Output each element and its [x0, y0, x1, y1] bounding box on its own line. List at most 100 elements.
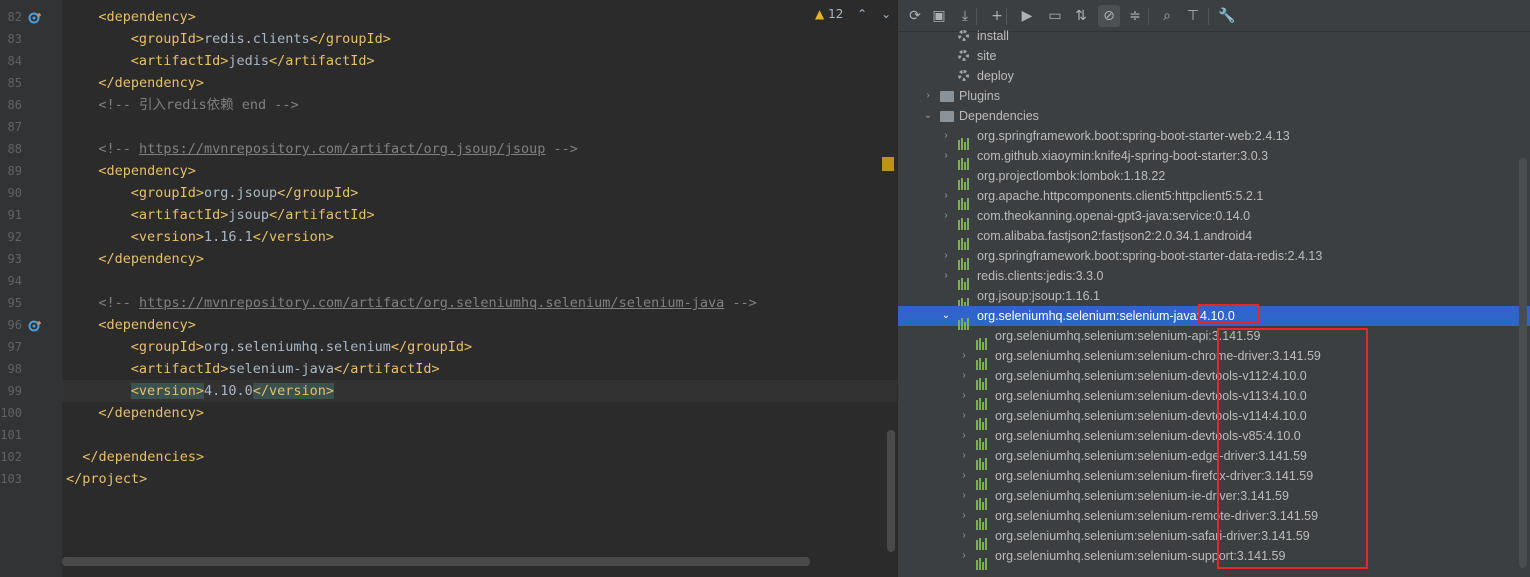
code-text[interactable]: <dependency>: [98, 314, 196, 336]
code-line[interactable]: 92 <version>1.16.1</version>: [0, 226, 897, 248]
tree-node[interactable]: › org.seleniumhq.selenium:selenium-remote…: [898, 506, 1530, 530]
code-line[interactable]: 91 <artifactId>jsoup</artifactId>: [0, 204, 897, 226]
dependency-analyzer-icon[interactable]: ⌕: [1156, 5, 1178, 27]
tree-node[interactable]: › org.seleniumhq.selenium:selenium-devtoo…: [898, 366, 1530, 390]
code-text[interactable]: <groupId>org.jsoup</groupId>: [131, 182, 359, 204]
collapsed-arrow-icon[interactable]: ›: [958, 346, 970, 366]
code-text[interactable]: <version>4.10.0</version>: [130, 380, 335, 402]
tree-node[interactable]: › org.seleniumhq.selenium:selenium-edge-d…: [898, 446, 1530, 470]
tree-node[interactable]: org.projectlombok:lombok:1.18.22: [898, 166, 1530, 190]
code-line[interactable]: 103 </project>: [0, 468, 897, 490]
tree-node[interactable]: install: [898, 26, 1530, 46]
code-text[interactable]: </dependency>: [98, 72, 204, 94]
code-line[interactable]: 90 <groupId>org.jsoup</groupId>: [0, 182, 897, 204]
collapsed-arrow-icon[interactable]: ›: [922, 86, 934, 106]
error-stripe-marker[interactable]: [882, 157, 894, 171]
comment-link[interactable]: https://mvnrepository.com/artifact/org.j…: [139, 141, 545, 157]
collapsed-arrow-icon[interactable]: ›: [958, 546, 970, 566]
collapse-all-icon[interactable]: ≑: [1124, 5, 1146, 27]
override-icon[interactable]: [28, 10, 42, 24]
code-line[interactable]: 83 <groupId>redis.clients</groupId>: [0, 28, 897, 50]
tree-node[interactable]: › org.seleniumhq.selenium:selenium-suppor…: [898, 546, 1530, 570]
code-line[interactable]: 89 <dependency>: [0, 160, 897, 182]
editor-vertical-scrollbar[interactable]: [887, 430, 895, 552]
tree-node[interactable]: › redis.clients:jedis:3.3.0: [898, 266, 1530, 290]
code-text[interactable]: <!-- 引入redis依赖 end -->: [98, 94, 298, 116]
code-text[interactable]: <dependency>: [98, 160, 196, 182]
tree-node[interactable]: › org.seleniumhq.selenium:selenium-firefo…: [898, 466, 1530, 490]
editor-horizontal-scrollbar[interactable]: [62, 557, 810, 566]
tree-node[interactable]: org.seleniumhq.selenium:selenium-api:3.1…: [898, 326, 1530, 350]
chevron-up-icon[interactable]: ⌃: [857, 7, 867, 21]
code-line[interactable]: 84 <artifactId>jedis</artifactId>: [0, 50, 897, 72]
collapsed-arrow-icon[interactable]: ›: [940, 186, 952, 206]
tree-node[interactable]: › org.seleniumhq.selenium:selenium-devtoo…: [898, 426, 1530, 450]
inspection-widget[interactable]: ▲ 12 ⌃ ⌄: [815, 7, 891, 21]
collapsed-arrow-icon[interactable]: ›: [940, 126, 952, 146]
tree-node[interactable]: › com.theokanning.openai-gpt3-java:servic…: [898, 206, 1530, 230]
collapsed-arrow-icon[interactable]: ›: [940, 146, 952, 166]
code-text[interactable]: <dependency>: [98, 6, 196, 28]
code-line[interactable]: 98 <artifactId>selenium-java</artifactId>: [0, 358, 897, 380]
run-icon[interactable]: ▶: [1016, 5, 1038, 27]
execute-goal-icon[interactable]: ▭: [1044, 5, 1066, 27]
generate-sources-icon[interactable]: ▣: [928, 5, 950, 27]
code-text[interactable]: <version>1.16.1</version>: [131, 226, 334, 248]
tree-node[interactable]: › org.apache.httpcomponents.client5:httpc…: [898, 186, 1530, 210]
tree-node[interactable]: › org.seleniumhq.selenium:selenium-devtoo…: [898, 386, 1530, 410]
show-diagram-icon[interactable]: ⊤: [1182, 5, 1204, 27]
tree-node[interactable]: ⌄ Dependencies: [898, 106, 1530, 126]
code-text[interactable]: </dependencies>: [82, 446, 204, 468]
override-icon[interactable]: [28, 318, 42, 332]
maven-tree-scrollbar[interactable]: [1519, 158, 1527, 568]
code-line[interactable]: 94: [0, 270, 897, 292]
tree-node[interactable]: com.alibaba.fastjson2:fastjson2:2.0.34.1…: [898, 226, 1530, 250]
code-line[interactable]: 88 <!-- https://mvnrepository.com/artifac…: [0, 138, 897, 160]
code-line[interactable]: 102 </dependencies>: [0, 446, 897, 468]
code-text[interactable]: </project>: [66, 468, 147, 490]
download-icon[interactable]: ⤓: [954, 5, 976, 27]
collapsed-arrow-icon[interactable]: ›: [958, 366, 970, 386]
code-line[interactable]: 100 </dependency>: [0, 402, 897, 424]
toggle-offline-icon[interactable]: ⇅: [1070, 5, 1092, 27]
collapsed-arrow-icon[interactable]: ›: [958, 446, 970, 466]
skip-tests-icon[interactable]: ⊘: [1098, 5, 1120, 27]
code-text[interactable]: <artifactId>jedis</artifactId>: [131, 50, 375, 72]
code-line[interactable]: 95 <!-- https://mvnrepository.com/artifac…: [0, 292, 897, 314]
tree-node[interactable]: › org.seleniumhq.selenium:selenium-ie-dri…: [898, 486, 1530, 510]
comment-link[interactable]: https://mvnrepository.com/artifact/org.s…: [139, 295, 724, 311]
collapsed-arrow-icon[interactable]: ›: [958, 486, 970, 506]
collapsed-arrow-icon[interactable]: ›: [958, 386, 970, 406]
add-icon[interactable]: +: [986, 5, 1008, 27]
collapsed-arrow-icon[interactable]: ›: [940, 246, 952, 266]
code-text[interactable]: <artifactId>selenium-java</artifactId>: [131, 358, 440, 380]
chevron-down-icon[interactable]: ⌄: [881, 7, 891, 21]
code-text[interactable]: <groupId>org.seleniumhq.selenium</groupI…: [131, 336, 472, 358]
tree-node[interactable]: › Plugins: [898, 86, 1530, 106]
expanded-arrow-icon[interactable]: ⌄: [922, 106, 934, 126]
code-line[interactable]: 85 </dependency>: [0, 72, 897, 94]
code-editor[interactable]: 82 <dependency> 83 <groupId>redis.clients</…: [0, 0, 897, 577]
code-line[interactable]: 93 </dependency>: [0, 248, 897, 270]
tree-node[interactable]: › org.seleniumhq.selenium:selenium-chrome…: [898, 346, 1530, 370]
tree-node[interactable]: site: [898, 46, 1530, 66]
collapsed-arrow-icon[interactable]: ›: [940, 206, 952, 226]
collapsed-arrow-icon[interactable]: ›: [958, 406, 970, 426]
collapsed-arrow-icon[interactable]: ›: [958, 506, 970, 526]
tree-node[interactable]: › org.seleniumhq.selenium:selenium-safari…: [898, 526, 1530, 550]
code-line[interactable]: 97 <groupId>org.seleniumhq.selenium</grou…: [0, 336, 897, 358]
tree-node[interactable]: › org.springframework.boot:spring-boot-st…: [898, 126, 1530, 150]
code-line[interactable]: 99 <version>4.10.0</version>: [0, 380, 897, 402]
collapsed-arrow-icon[interactable]: ›: [958, 426, 970, 446]
expanded-arrow-icon[interactable]: ⌄: [940, 306, 952, 326]
code-line[interactable]: 101: [0, 424, 897, 446]
code-line[interactable]: 87: [0, 116, 897, 138]
collapsed-arrow-icon[interactable]: ›: [940, 266, 952, 286]
tree-node[interactable]: org.jsoup:jsoup:1.16.1: [898, 286, 1530, 310]
code-text[interactable]: <!-- https://mvnrepository.com/artifact/…: [98, 292, 756, 314]
tree-node[interactable]: › org.springframework.boot:spring-boot-st…: [898, 246, 1530, 270]
code-line[interactable]: 86 <!-- 引入redis依赖 end -->: [0, 94, 897, 116]
collapsed-arrow-icon[interactable]: ›: [958, 526, 970, 546]
code-text[interactable]: <!-- https://mvnrepository.com/artifact/…: [98, 138, 578, 160]
code-text[interactable]: </dependency>: [98, 248, 204, 270]
